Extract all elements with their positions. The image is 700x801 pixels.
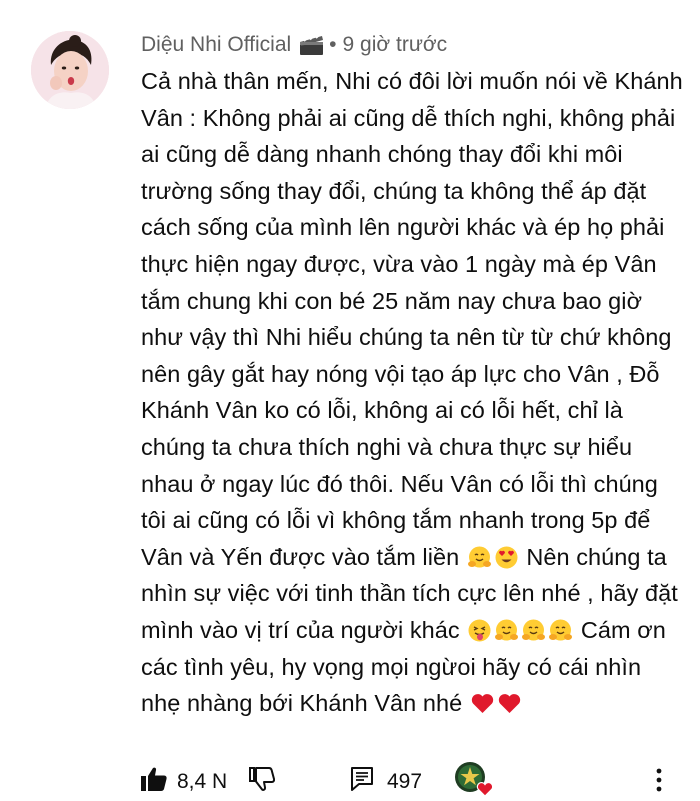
red-heart-icon: [497, 690, 522, 715]
comment-text-part-1: Cả nhà thân mến, Nhi có đôi lời muốn nói…: [141, 68, 690, 570]
like-button[interactable]: 8,4 N: [141, 767, 227, 796]
heart-eyes-face-icon: [494, 544, 519, 569]
hugging-face-icon: [494, 617, 519, 642]
creator-heart-badge: [454, 761, 494, 801]
creator-heart-icon: [454, 761, 494, 801]
comment-thread: Diệu Nhi Official • 9 giờ trước Cả nhà t…: [0, 0, 700, 801]
dislike-button[interactable]: [249, 767, 276, 796]
thumbs-up-icon: [141, 767, 167, 796]
comment-time[interactable]: 9 giờ trước: [343, 33, 448, 57]
hugging-face-icon: [521, 617, 546, 642]
hugging-face-icon: [548, 617, 573, 642]
clapperboard-icon: [298, 34, 325, 56]
separator-dot: •: [329, 33, 337, 56]
comment-icon: [351, 767, 373, 796]
more-options-button[interactable]: [656, 768, 662, 797]
hugging-face-icon: [467, 544, 492, 569]
author-name[interactable]: Diệu Nhi Official: [141, 33, 291, 57]
comment-text: Cả nhà thân mến, Nhi có đôi lời muốn nói…: [141, 63, 686, 722]
red-heart-icon: [470, 690, 495, 715]
reply-count: 497: [387, 769, 423, 793]
comment-header: Diệu Nhi Official • 9 giờ trước: [141, 30, 447, 60]
more-vertical-icon: [656, 768, 662, 797]
thumbs-down-icon: [249, 767, 276, 796]
reply-button[interactable]: 497: [351, 767, 422, 796]
comment-actions: 8,4 N 497: [141, 760, 686, 800]
like-count: 8,4 N: [177, 769, 228, 793]
tongue-wink-face-icon: [467, 617, 492, 642]
avatar[interactable]: [31, 31, 109, 109]
